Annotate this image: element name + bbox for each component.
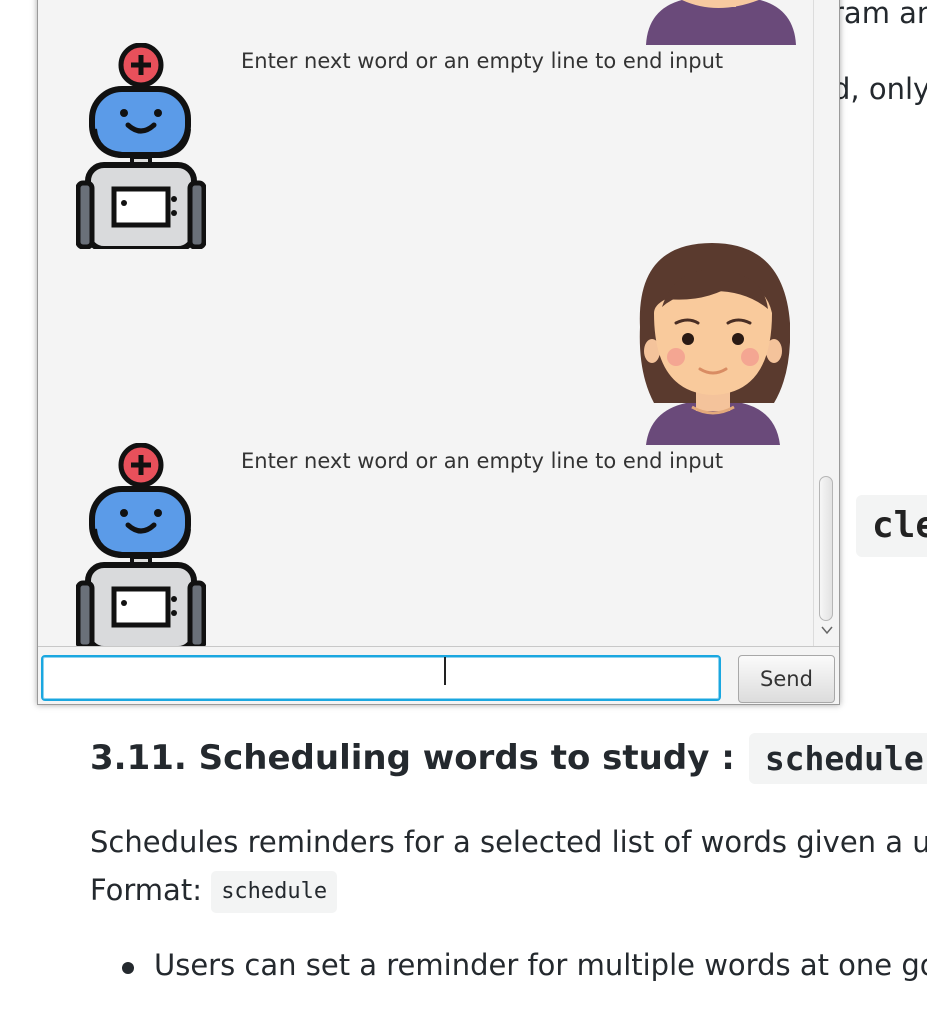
chat-window: Enter next word or an empty line to end … [37,0,840,705]
section-heading: 3.11. Scheduling words to study : schedu… [90,728,927,788]
dialog-container[interactable]: Enter next word or an empty line to end … [38,0,813,646]
format-code: schedule [211,871,338,913]
bot-message-text: Enter next word or an empty line to end … [241,49,724,73]
background-code-text: cle [872,505,927,546]
background-code-chip: cle [856,495,927,557]
section-heading-title: 3.11. Scheduling words to study : [90,738,735,778]
user-avatar-icon [636,243,791,450]
section-heading-command: schedule [748,732,927,784]
user-avatar-icon [636,0,806,50]
input-bar: Send [38,646,839,704]
robot-icon [75,442,207,646]
scrollbar-thumb[interactable] [819,476,833,621]
chevron-down-icon[interactable] [820,623,834,637]
section-paragraph: Schedules reminders for a selected list … [90,818,927,914]
paragraph-line: Schedules reminders for a selected list … [90,825,927,859]
bot-message-text: Enter next word or an empty line to end … [241,449,724,473]
background-text-fragment: d, only [832,72,927,106]
robot-icon [75,42,207,254]
format-label: Format: [90,873,202,907]
list-item: Users can set a reminder for multiple wo… [120,948,927,982]
bullet-list: Users can set a reminder for multiple wo… [120,948,927,982]
background-text-fragment: ram an [832,0,927,30]
format-line: Format: schedule [90,866,927,914]
bullet-icon [122,962,134,974]
user-input-field[interactable] [41,655,721,701]
text-caret [444,657,446,685]
vertical-scrollbar[interactable] [813,0,839,646]
send-button[interactable]: Send [738,655,835,703]
list-item-text: Users can set a reminder for multiple wo… [154,948,927,982]
